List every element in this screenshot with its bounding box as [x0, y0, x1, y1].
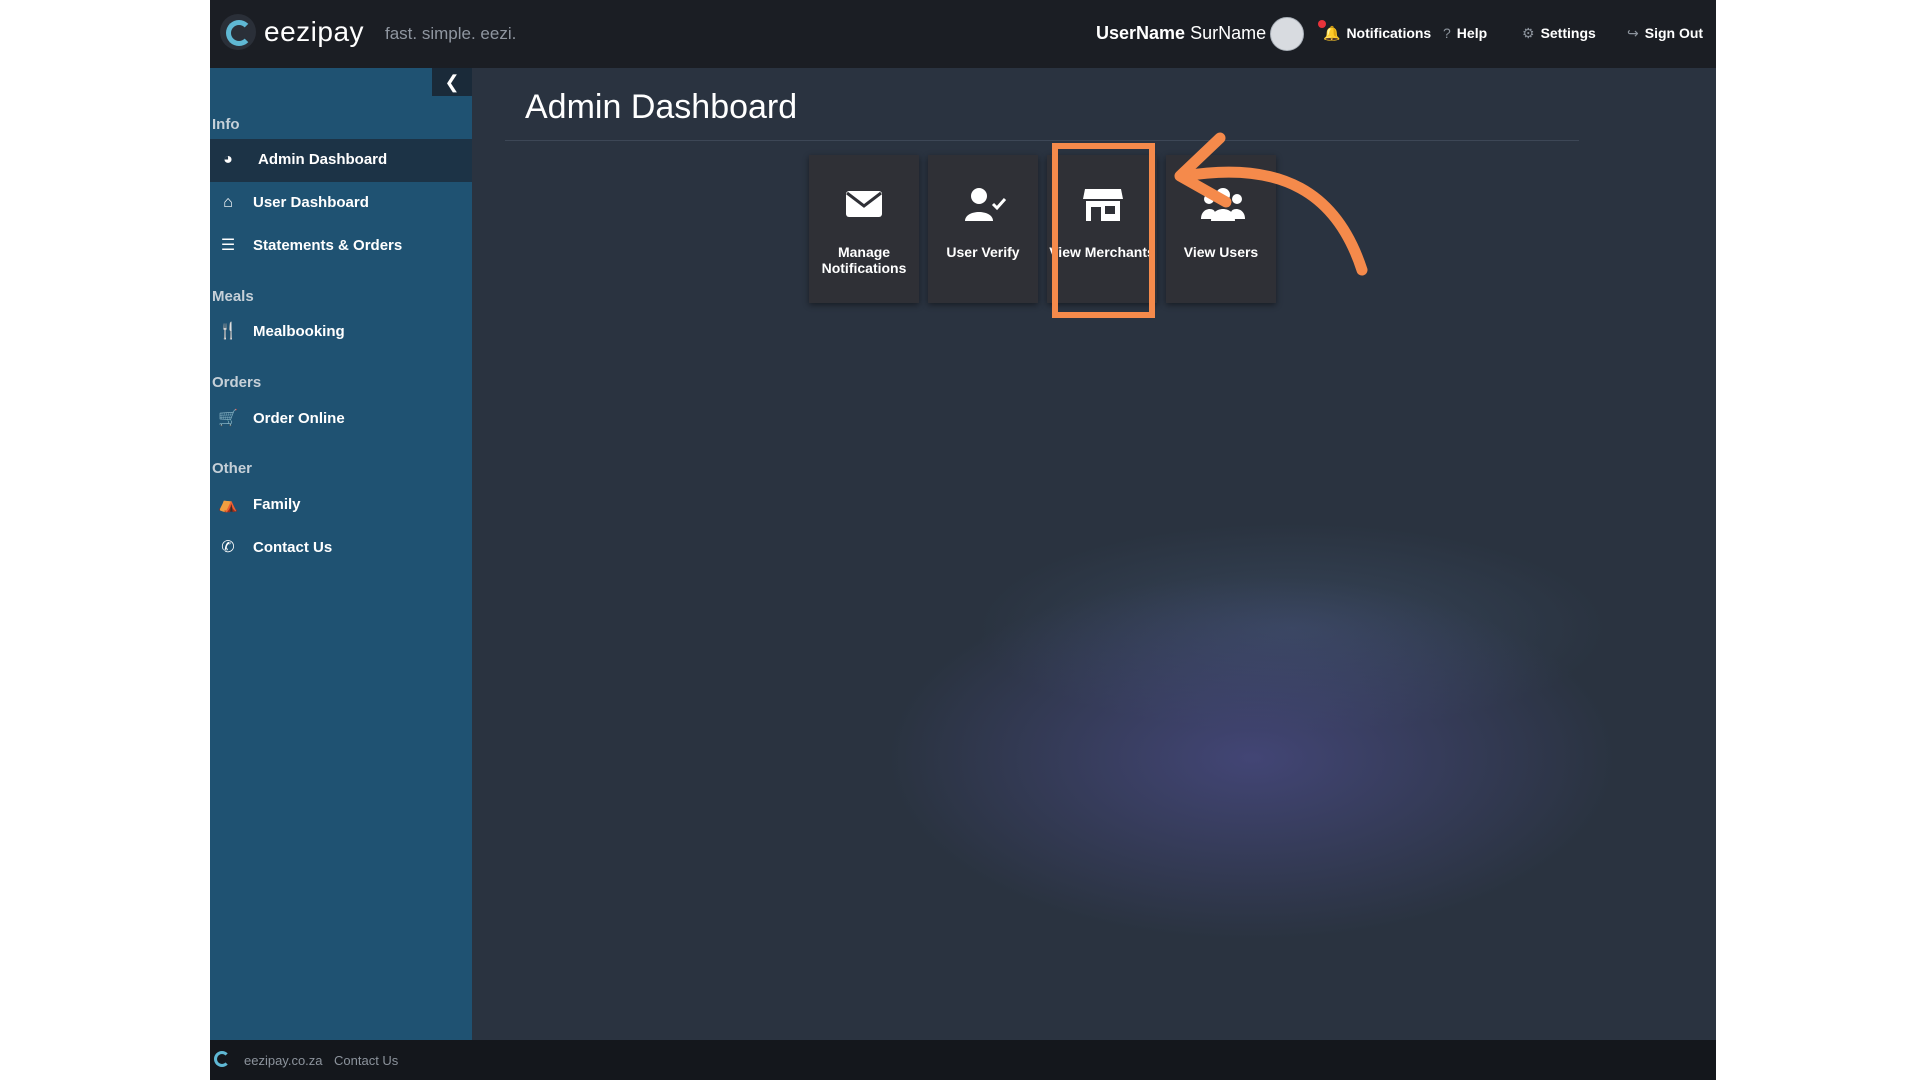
sidebar-item-label: Statements & Orders: [253, 237, 403, 254]
sidebar-section-orders: Orders: [212, 374, 262, 391]
sidebar-item-label: Family: [253, 496, 301, 513]
tile-manage-notifications[interactable]: Manage Notifications: [809, 155, 919, 303]
page-title: Admin Dashboard: [525, 88, 798, 126]
tile-label: User Verify: [946, 244, 1020, 260]
sidebar-item-order-online[interactable]: 🛒 Order Online: [210, 398, 472, 441]
sidebar-section-other: Other: [212, 460, 253, 477]
brand-name[interactable]: eezipay: [264, 16, 364, 48]
home-icon: ⌂: [223, 194, 233, 211]
user-name[interactable]: UserName SurName: [1096, 23, 1266, 44]
settings-link[interactable]: ⚙ Settings: [1522, 25, 1596, 42]
notifications-label: Notifications: [1346, 25, 1432, 41]
title-divider: [505, 140, 1579, 141]
sidebar-section-meals: Meals: [212, 288, 254, 305]
eezipay-footer-logo-icon: [214, 1051, 230, 1067]
user-check-icon: [965, 188, 1007, 221]
notifications-link[interactable]: 🔔 Notifications: [1323, 25, 1431, 42]
store-icon: [1083, 189, 1123, 221]
main-content: Admin Dashboard Manage Notifications Use…: [472, 68, 1716, 1040]
sidebar-section-info: Info: [212, 116, 240, 133]
help-label: Help: [1456, 25, 1488, 41]
tagline: fast. simple. eezi.: [385, 24, 517, 43]
sidebar-item-label: Order Online: [253, 410, 345, 427]
gear-icon: ⚙: [1522, 25, 1535, 41]
pointer-arrow-icon: [1174, 132, 1368, 276]
help-link[interactable]: ? Help: [1443, 25, 1487, 41]
sidebar-item-user-dashboard[interactable]: ⌂ User Dashboard: [210, 182, 472, 225]
sidebar-item-family[interactable]: ⛺ Family: [210, 484, 472, 527]
sidebar-item-mealbooking[interactable]: 🍴 Mealbooking: [210, 311, 472, 354]
footer: eezipay.co.za Contact Us: [210, 1040, 1716, 1080]
user-first-name: UserName: [1096, 23, 1186, 43]
basket-icon: 🛒: [218, 410, 238, 427]
family-icon: ⛺: [218, 496, 238, 513]
sidebar-item-label: Mealbooking: [253, 323, 345, 340]
tile-user-verify[interactable]: User Verify: [928, 155, 1038, 303]
phone-icon: ✆: [221, 539, 235, 556]
sidebar-item-admin-dashboard[interactable]: ◕ Admin Dashboard: [210, 139, 472, 182]
sidebar-item-contact-us[interactable]: ✆ Contact Us: [210, 527, 472, 570]
sign-out-link[interactable]: ↪ Sign Out: [1627, 25, 1703, 42]
user-last-name: SurName: [1190, 23, 1267, 43]
tile-view-merchants[interactable]: View Merchants: [1047, 155, 1157, 303]
sign-out-icon: ↪: [1627, 25, 1639, 41]
top-bar: eezipay fast. simple. eezi. UserName Sur…: [210, 0, 1716, 68]
sidebar-item-statements-orders[interactable]: ☰ Statements & Orders: [210, 225, 472, 268]
sidebar-item-label: User Dashboard: [253, 194, 369, 211]
envelope-icon: [846, 191, 882, 217]
sign-out-label: Sign Out: [1644, 25, 1704, 41]
question-icon: ?: [1443, 25, 1451, 41]
list-icon: ☰: [220, 237, 236, 254]
settings-label: Settings: [1540, 25, 1596, 41]
sidebar-collapse-button[interactable]: ❮: [432, 68, 472, 96]
sidebar: ❮ Info ◕ Admin Dashboard ⌂ User Dashboar…: [210, 68, 472, 1040]
tile-label: Manage Notifications: [821, 244, 907, 276]
avatar[interactable]: [1270, 17, 1304, 51]
chevron-left-icon: ❮: [444, 72, 460, 92]
app-window: eezipay fast. simple. eezi. UserName Sur…: [210, 0, 1716, 1080]
footer-contact-link[interactable]: Contact Us: [334, 1053, 398, 1068]
bell-icon: 🔔: [1323, 25, 1341, 41]
sidebar-item-label: Contact Us: [253, 539, 333, 556]
tile-label: View Merchants: [1049, 244, 1155, 260]
sidebar-item-label: Admin Dashboard: [258, 151, 388, 168]
footer-site-link[interactable]: eezipay.co.za: [244, 1053, 323, 1068]
cutlery-icon: 🍴: [218, 323, 238, 340]
eezipay-logo-icon[interactable]: [220, 14, 256, 50]
dashboard-icon: ◕: [223, 151, 233, 168]
